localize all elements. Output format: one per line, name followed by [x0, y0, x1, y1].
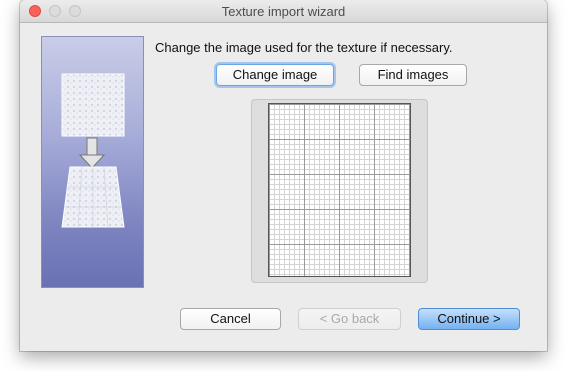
texture-mapping-illustration-icon: [61, 73, 125, 228]
arrow-down-icon: [78, 137, 106, 169]
change-image-button[interactable]: Change image: [216, 64, 334, 86]
texture-preview-grid: [268, 103, 411, 277]
find-images-button[interactable]: Find images: [359, 64, 467, 86]
title-bar: Texture import wizard: [20, 0, 547, 23]
continue-button[interactable]: Continue >: [418, 308, 520, 330]
go-back-button[interactable]: < Go back: [298, 308, 401, 330]
texture-preview-frame: [251, 99, 428, 283]
instruction-text: Change the image used for the texture if…: [155, 40, 453, 55]
wizard-window: Texture import wizard Change the image u…: [20, 0, 547, 351]
wizard-side-panel: [41, 36, 144, 288]
cancel-button[interactable]: Cancel: [180, 308, 281, 330]
window-title: Texture import wizard: [221, 4, 346, 19]
